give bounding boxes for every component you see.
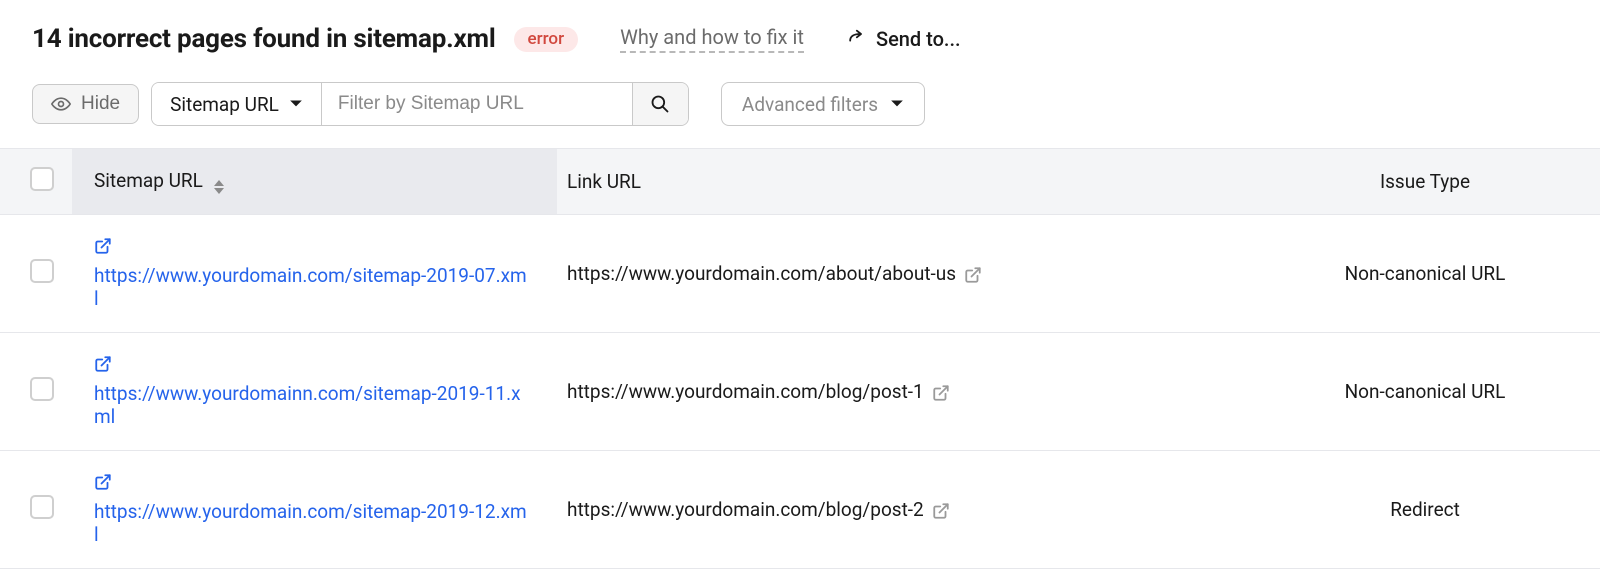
send-to-label: Send to... bbox=[876, 27, 961, 51]
toolbar: Hide Sitemap URL Advanced filters bbox=[0, 64, 1600, 148]
sitemap-url-cell: https://www.yourdomain.com/sitemap-2019-… bbox=[72, 451, 557, 569]
hide-button[interactable]: Hide bbox=[32, 84, 139, 124]
eye-icon bbox=[51, 94, 71, 114]
filter-group: Sitemap URL bbox=[151, 82, 689, 126]
external-link-icon bbox=[932, 502, 950, 520]
table-head-row: Sitemap URL Link URL Issue Type bbox=[0, 149, 1600, 215]
row-checkbox-cell bbox=[0, 333, 72, 451]
sitemap-url-link[interactable]: https://www.yourdomain.com/sitemap-2019-… bbox=[94, 237, 527, 310]
advanced-filters-button[interactable]: Advanced filters bbox=[721, 82, 925, 126]
filter-input[interactable] bbox=[322, 83, 632, 125]
sort-indicator-icon bbox=[214, 180, 224, 194]
link-url-open[interactable] bbox=[956, 262, 982, 285]
external-link-icon bbox=[94, 473, 112, 491]
link-url-open[interactable] bbox=[924, 380, 950, 403]
row-checkbox-cell bbox=[0, 215, 72, 333]
link-url-cell: https://www.yourdomain.com/blog/post-1 bbox=[557, 333, 1250, 451]
link-url-text: https://www.yourdomain.com/about/about-u… bbox=[567, 262, 956, 285]
filter-field-select[interactable]: Sitemap URL bbox=[152, 83, 322, 125]
page-title: 14 incorrect pages found in sitemap.xml bbox=[32, 24, 496, 54]
sitemap-url-cell: https://www.yourdomainn.com/sitemap-2019… bbox=[72, 333, 557, 451]
external-link-icon bbox=[932, 384, 950, 402]
results-table: Sitemap URL Link URL Issue Type bbox=[0, 148, 1600, 569]
external-link-icon bbox=[94, 237, 112, 255]
link-url-cell: https://www.yourdomain.com/blog/post-2 bbox=[557, 451, 1250, 569]
issue-type-cell: Non-canonical URL bbox=[1250, 215, 1600, 333]
filter-field-label: Sitemap URL bbox=[170, 93, 279, 116]
sitemap-url-text: https://www.yourdomain.com/sitemap-2019-… bbox=[94, 264, 527, 310]
link-url-text: https://www.yourdomain.com/blog/post-1 bbox=[567, 380, 924, 403]
search-icon bbox=[650, 94, 670, 114]
page-header: 14 incorrect pages found in sitemap.xml … bbox=[0, 0, 1600, 64]
sitemap-url-text: https://www.yourdomain.com/sitemap-2019-… bbox=[94, 500, 527, 546]
sitemap-url-link[interactable]: https://www.yourdomain.com/sitemap-2019-… bbox=[94, 473, 527, 546]
hide-label: Hide bbox=[81, 93, 120, 115]
table-row: https://www.yourdomain.com/sitemap-2019-… bbox=[0, 451, 1600, 569]
chevron-down-icon bbox=[890, 97, 904, 111]
link-url-cell: https://www.yourdomain.com/about/about-u… bbox=[557, 215, 1250, 333]
row-checkbox[interactable] bbox=[30, 377, 54, 401]
link-url-text: https://www.yourdomain.com/blog/post-2 bbox=[567, 498, 924, 521]
table-row: https://www.yourdomainn.com/sitemap-2019… bbox=[0, 333, 1600, 451]
sitemap-url-text: https://www.yourdomainn.com/sitemap-2019… bbox=[94, 382, 521, 428]
col-checkbox bbox=[0, 149, 72, 215]
row-checkbox[interactable] bbox=[30, 495, 54, 519]
col-sitemap-url[interactable]: Sitemap URL bbox=[72, 149, 557, 215]
send-to-button[interactable]: Send to... bbox=[846, 27, 961, 51]
select-all-checkbox[interactable] bbox=[30, 167, 54, 191]
table-row: https://www.yourdomain.com/sitemap-2019-… bbox=[0, 215, 1600, 333]
col-issue-type[interactable]: Issue Type bbox=[1250, 149, 1600, 215]
issue-type-cell: Redirect bbox=[1250, 451, 1600, 569]
chevron-down-icon bbox=[289, 97, 303, 111]
search-button[interactable] bbox=[632, 83, 688, 125]
col-link-url-label: Link URL bbox=[567, 170, 641, 193]
row-checkbox-cell bbox=[0, 451, 72, 569]
share-arrow-icon bbox=[846, 29, 866, 49]
issue-type-cell: Non-canonical URL bbox=[1250, 333, 1600, 451]
external-link-icon bbox=[964, 266, 982, 284]
error-badge: error bbox=[514, 27, 579, 52]
col-issue-type-label: Issue Type bbox=[1380, 170, 1470, 193]
row-checkbox[interactable] bbox=[30, 259, 54, 283]
col-link-url[interactable]: Link URL bbox=[557, 149, 1250, 215]
help-link[interactable]: Why and how to fix it bbox=[620, 25, 804, 53]
link-url-open[interactable] bbox=[924, 498, 950, 521]
sitemap-url-link[interactable]: https://www.yourdomainn.com/sitemap-2019… bbox=[94, 355, 527, 428]
sitemap-url-cell: https://www.yourdomain.com/sitemap-2019-… bbox=[72, 215, 557, 333]
col-sitemap-url-label: Sitemap URL bbox=[94, 169, 203, 192]
advanced-filters-label: Advanced filters bbox=[742, 93, 878, 116]
external-link-icon bbox=[94, 355, 112, 373]
